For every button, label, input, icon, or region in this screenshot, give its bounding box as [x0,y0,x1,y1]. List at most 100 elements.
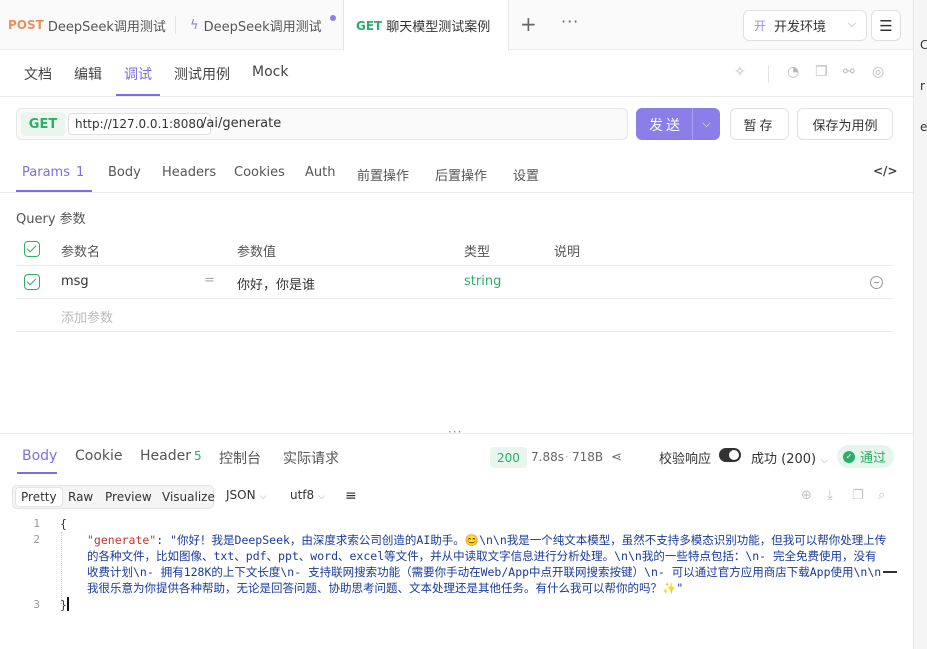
edge-mark: e [920,120,927,134]
header-count: 5 [193,449,202,463]
response-tab-actual-request[interactable]: 实际请求 [283,448,339,468]
resize-handle-icon[interactable]: ··· [448,425,462,439]
tab-auth[interactable]: Auth [305,165,335,180]
view-preview[interactable]: Preview [105,490,152,504]
col-desc: 说明 [554,245,581,260]
code-icon[interactable]: </> [873,164,898,178]
validate-response-toggle[interactable] [719,448,741,462]
add-param-input[interactable]: 添加参数 [61,307,113,326]
scroll-top-icon[interactable]: ⊕ [801,488,812,503]
search-icon[interactable]: ⌕ [878,488,885,503]
tab-post-deepseek[interactable]: POST DeepSeek调用测试 [0,0,176,50]
save-as-case-button[interactable]: 保存为用例 [797,108,893,140]
share-icon[interactable]: ⚯ [843,64,855,80]
result-label: 成功 (200) [751,452,817,467]
hamburger-icon: ☰ [879,16,893,35]
method-select[interactable]: GET [21,112,65,136]
view-visualize[interactable]: Visualize [162,490,215,504]
check-circle-icon: ✓ [843,450,855,463]
tab-deepseek-unsaved[interactable]: ϟ DeepSeek调用测试 [176,0,342,50]
line-number: 3 [33,598,40,611]
menu-button[interactable]: ☰ [871,10,901,41]
copy-icon[interactable]: ❐ [815,64,828,80]
params-count: 1 [75,165,85,180]
tab-headers[interactable]: Headers [162,165,216,180]
environment-select[interactable]: 开 开发环境 ⌵ [743,10,867,41]
tab-settings[interactable]: 设置 [513,165,539,184]
nav-mock[interactable]: Mock [252,64,288,80]
wrap-lines-icon[interactable]: ≡ [345,488,357,504]
send-button[interactable]: 发送 ⌵ [636,108,720,140]
select-all-checkbox[interactable] [24,241,40,257]
nav-debug[interactable]: 调试 [124,64,152,84]
pass-badge: ✓ 通过 [837,445,895,468]
validate-response-label: 校验响应 [659,452,712,467]
json-key: "generate" [87,533,157,547]
result-select[interactable]: 成功 (200) ⌵ [751,448,828,467]
download-icon[interactable]: ⤓ [827,488,833,503]
chevron-down-icon: ⌵ [318,492,325,502]
url-path-input[interactable]: /ai/generate [202,116,281,131]
param-type-select[interactable]: string [464,274,501,289]
col-name: 参数名 [61,245,101,260]
pass-label: 通过 [860,451,887,466]
nav-edit[interactable]: 编辑 [74,64,102,84]
view-mode-group: Pretty Raw Preview Visualize [12,485,215,509]
col-type: 类型 [464,245,491,260]
nav-docs[interactable]: 文档 [24,64,52,84]
tab-params-label: Params [22,165,70,180]
tab-pre-operations[interactable]: 前置操作 [357,165,409,184]
tab-params[interactable]: Params 1 [22,165,84,180]
history-icon[interactable]: ◔ [787,64,799,80]
param-value-field[interactable]: 你好，你是谁 [237,274,315,293]
url-bar: GET http://127.0.0.1:8080 /ai/generate [16,108,628,140]
edge-mark: C [920,38,927,52]
tab-method: POST [8,18,44,32]
view-raw[interactable]: Raw [68,490,93,504]
response-tab-body[interactable]: Body [22,448,57,464]
more-tabs-button[interactable]: ··· [561,12,579,31]
encoding-label: utf8 [290,488,315,502]
mode-nav: 文档 编辑 调试 测试用例 Mock ✧ ◔ ❐ ⚯ ◎ [0,51,913,97]
indent-guide [61,532,62,604]
json-open-brace: { [60,517,67,531]
share-response-icon[interactable]: ⋖ [611,450,622,465]
query-params-title: Query 参数 [16,212,86,227]
response-size: 718B [572,450,604,464]
row-checkbox[interactable] [24,274,40,290]
tab-cookies[interactable]: Cookies [234,165,285,180]
magic-wand-icon[interactable]: ✧ [734,64,746,80]
copy-icon[interactable]: ❐ [852,488,864,503]
save-temp-button[interactable]: 暂存 [730,108,789,140]
settings-icon[interactable]: ◎ [872,64,884,80]
tab-get-chat-model[interactable]: GET 聊天模型测试案例 [343,0,509,51]
send-options-chevron-icon[interactable]: ⌵ [692,108,720,140]
tab-post-operations[interactable]: 后置操作 [435,165,487,184]
tab-label: 聊天模型测试案例 [386,20,491,35]
tab-body[interactable]: Body [108,165,141,180]
send-label: 发送 [649,118,683,134]
table-row: msg = 你好，你是谁 string [16,266,893,299]
encoding-select[interactable]: utf8 ⌵ [290,488,325,502]
json-property: "generate": "你好！我是DeepSeek，由深度求索公司创造的AI助… [87,532,887,596]
status-code-badge: 200 [490,447,527,468]
active-tab-indicator [16,190,92,192]
new-tab-button[interactable]: + [520,13,537,35]
base-url[interactable]: http://127.0.0.1:8080 [68,113,211,135]
scroll-marker [883,571,897,573]
response-tab-cookie[interactable]: Cookie [75,448,123,464]
response-tab-console[interactable]: 控制台 [219,448,261,468]
json-colon: : [156,533,171,547]
remove-param-icon[interactable] [870,276,883,289]
nav-test-cases[interactable]: 测试用例 [174,64,230,84]
response-time: 7.88s [531,450,564,464]
params-table-header: 参数名 参数值 类型 说明 [16,233,893,266]
col-value: 参数值 [237,245,277,260]
chevron-down-icon: ⌵ [259,492,267,502]
language-select[interactable]: JSON ⌵ [226,488,266,502]
text-cursor [67,597,69,611]
view-pretty[interactable]: Pretty [15,487,63,507]
response-tab-header[interactable]: Header 5 [140,448,202,464]
param-name-field[interactable]: msg [61,274,89,289]
language-label: JSON [226,488,256,502]
